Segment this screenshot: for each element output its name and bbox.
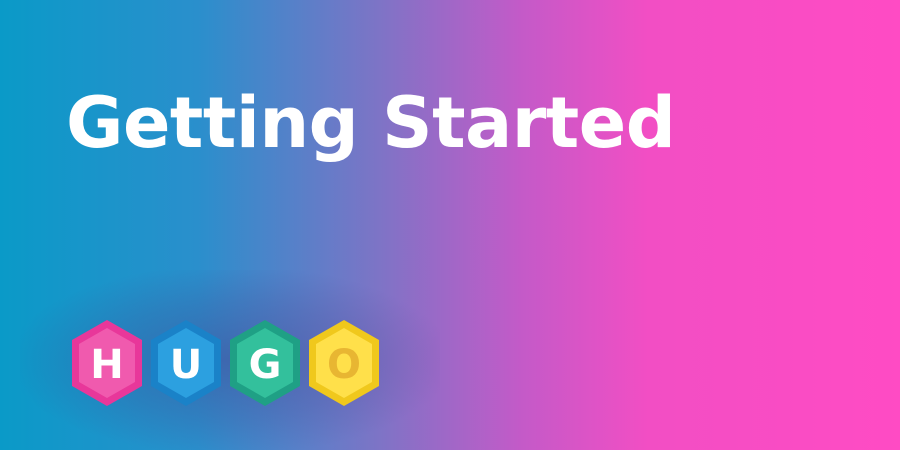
logo-letter-h: H — [72, 320, 142, 406]
logo-letter-o-text: O — [327, 342, 361, 388]
logo-letter-u: U — [151, 320, 221, 406]
logo-letter-h-text: H — [90, 342, 123, 388]
page-title: Getting Started — [66, 82, 676, 164]
banner: Getting Started H U G O — [0, 0, 900, 450]
logo-letter-g: G — [230, 320, 300, 406]
hugo-logo-icon: H U G O — [72, 320, 379, 406]
logo-letter-u-text: U — [170, 342, 202, 388]
logo-letter-g-text: G — [249, 342, 282, 388]
logo-letter-o: O — [309, 320, 379, 406]
hugo-logo: H U G O — [68, 318, 386, 408]
